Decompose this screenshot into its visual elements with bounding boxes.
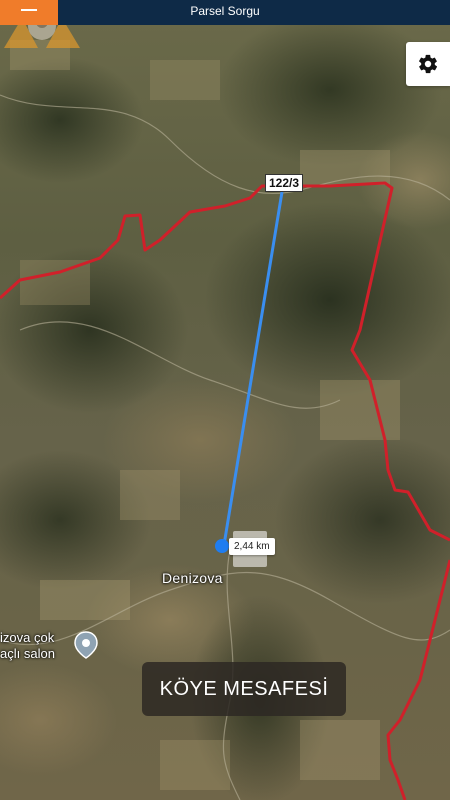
caption-box: KÖYE MESAFESİ <box>142 662 346 716</box>
poi-label-line-2: açlı salon <box>0 646 55 661</box>
caption-text: KÖYE MESAFESİ <box>159 677 329 700</box>
gear-icon <box>419 54 438 74</box>
poi-label[interactable]: izova çok açlı salon <box>0 630 55 662</box>
app-title: Parsel Sorgu <box>190 4 260 18</box>
location-pin-icon[interactable] <box>74 631 98 659</box>
route-start-marker <box>215 539 229 553</box>
app-header: Parsel Sorgu <box>0 0 450 25</box>
distance-label: 2,44 km <box>229 538 275 555</box>
distance-route-line <box>222 191 284 546</box>
parcel-number-label: 122/3 <box>265 174 304 192</box>
settings-button[interactable] <box>406 42 450 86</box>
village-name-label: Denizova <box>162 570 223 586</box>
poi-label-line-1: izova çok <box>0 630 55 645</box>
